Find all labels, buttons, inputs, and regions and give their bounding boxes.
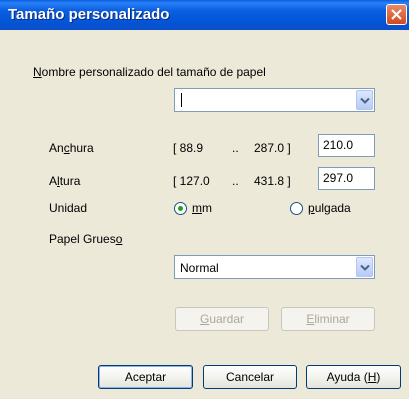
close-button[interactable]	[386, 4, 407, 25]
height-label: Altura	[49, 174, 81, 188]
height-range-max: 431.8 ]	[254, 174, 291, 188]
thick-paper-value: Normal	[180, 261, 219, 275]
delete-button[interactable]: Eliminar	[281, 307, 375, 331]
accept-button[interactable]: Aceptar	[98, 365, 193, 389]
help-button[interactable]: Ayuda (H)	[306, 365, 401, 389]
dialog-window: Tamaño personalizado Nombre personalizad…	[0, 0, 409, 399]
width-input[interactable]: 210.0	[318, 134, 375, 157]
title-bar[interactable]: Tamaño personalizado	[0, 0, 409, 30]
height-value: 297.0	[323, 171, 354, 185]
height-range-min: [ 127.0	[173, 174, 210, 188]
unit-inch-radio[interactable]	[290, 202, 303, 215]
cancel-button[interactable]: Cancelar	[203, 365, 297, 389]
custom-name-label: Nombre personalizado del tamaño de papel	[33, 65, 266, 79]
chevron-down-icon	[360, 264, 370, 271]
radio-selected-dot	[178, 206, 183, 211]
width-range-sep: ..	[232, 141, 239, 155]
width-range-max: 287.0 ]	[254, 141, 291, 155]
custom-name-dropdown-button[interactable]	[356, 90, 373, 110]
width-range-min: [ 88.9	[173, 141, 204, 155]
save-button[interactable]: Guardar	[175, 307, 269, 331]
thick-paper-dropdown-button[interactable]	[356, 257, 373, 277]
height-input[interactable]: 297.0	[318, 167, 375, 190]
chevron-down-icon	[360, 97, 370, 104]
width-label: Anchura	[49, 141, 94, 155]
thick-paper-combo[interactable]: Normal	[174, 255, 375, 279]
width-value: 210.0	[323, 138, 354, 152]
unit-label: Unidad	[49, 201, 88, 215]
unit-mm-radio[interactable]	[174, 202, 187, 215]
custom-name-combo[interactable]	[174, 88, 375, 112]
unit-mm-label[interactable]: mm	[192, 201, 212, 215]
close-icon	[391, 9, 402, 20]
thick-paper-label: Papel Grueso	[49, 232, 123, 246]
text-caret	[181, 93, 182, 107]
window-title: Tamaño personalizado	[8, 6, 170, 23]
unit-inch-label[interactable]: pulgada	[308, 201, 351, 215]
height-range-sep: ..	[232, 174, 239, 188]
